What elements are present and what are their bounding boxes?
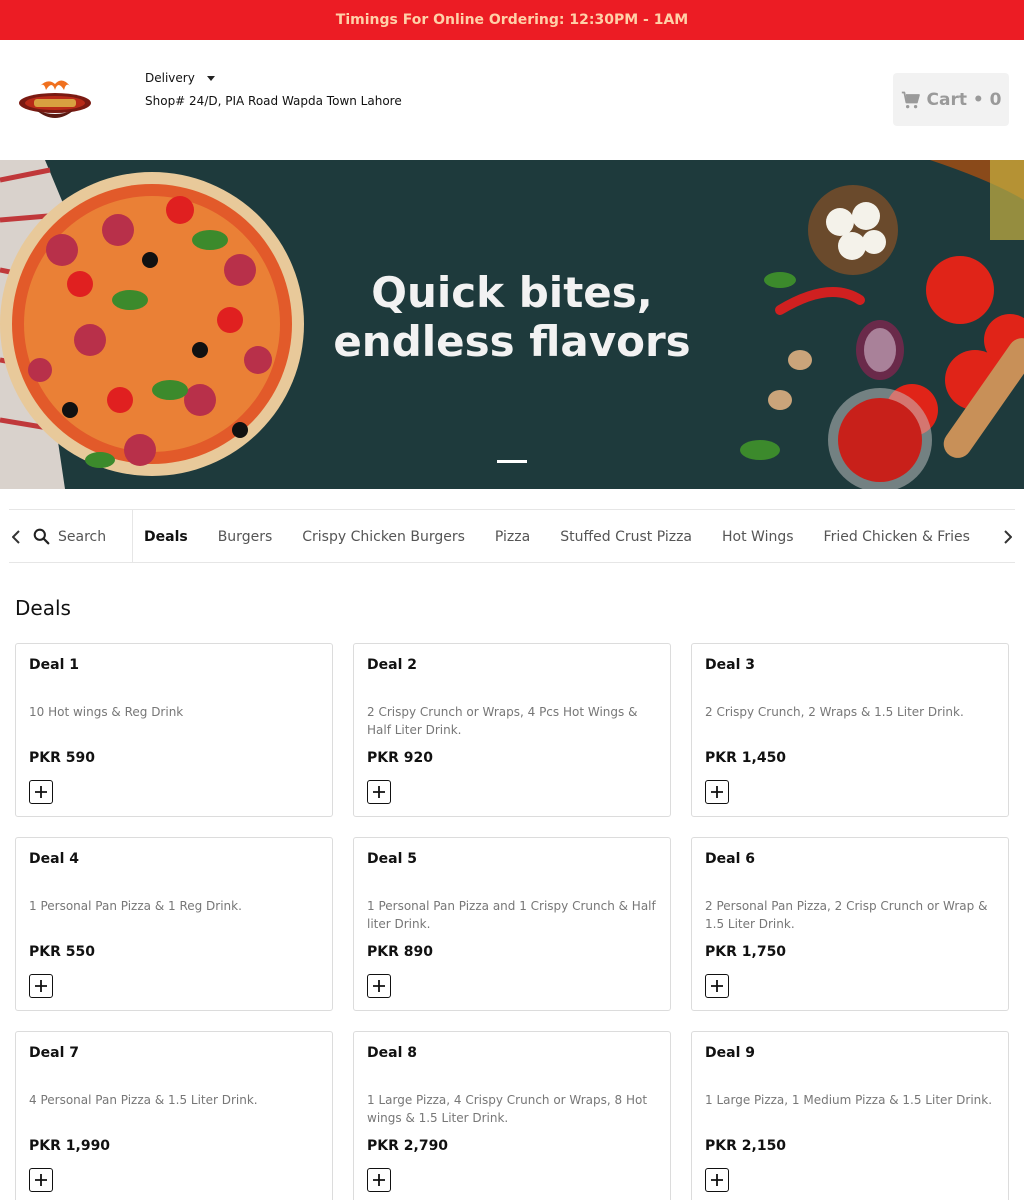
- add-to-cart-button[interactable]: [367, 1168, 391, 1192]
- timings-text: Timings For Online Ordering: 12:30PM - 1…: [335, 12, 689, 28]
- deal-card[interactable]: Deal 3 2 Crispy Crunch, 2 Wraps & 1.5 Li…: [691, 643, 1009, 817]
- timings-bar: Timings For Online Ordering: 12:30PM - 1…: [0, 0, 1024, 40]
- deal-price: PKR 590: [29, 750, 95, 766]
- add-to-cart-button[interactable]: [705, 1168, 729, 1192]
- add-to-cart-button[interactable]: [367, 974, 391, 998]
- banner-headline-line2: endless flavors: [333, 317, 691, 366]
- banner-headline-line1: Quick bites,: [371, 268, 653, 317]
- deal-description: 1 Large Pizza, 4 Crispy Crunch or Wraps,…: [367, 1093, 648, 1125]
- category-tabs: Deals Burgers Crispy Chicken Burgers Piz…: [144, 510, 1015, 562]
- plus-icon: [711, 786, 723, 798]
- tab-crispy-chicken-burgers[interactable]: Crispy Chicken Burgers: [302, 510, 465, 562]
- deal-description: 1 Personal Pan Pizza & 1 Reg Drink.: [29, 899, 242, 913]
- tab-deals[interactable]: Deals: [144, 510, 188, 562]
- plus-icon: [373, 786, 385, 798]
- tab-fried-chicken-fries[interactable]: Fried Chicken & Fries: [824, 510, 970, 562]
- deal-card[interactable]: Deal 2 2 Crispy Crunch or Wraps, 4 Pcs H…: [353, 643, 671, 817]
- deal-description: 2 Crispy Crunch, 2 Wraps & 1.5 Liter Dri…: [705, 705, 964, 719]
- deal-price: PKR 1,990: [29, 1138, 111, 1154]
- chevron-right-icon[interactable]: [1001, 527, 1015, 547]
- add-to-cart-button[interactable]: [367, 780, 391, 804]
- restaurant-logo-icon[interactable]: [18, 76, 92, 124]
- deal-description: 2 Personal Pan Pizza, 2 Crisp Crunch or …: [705, 899, 988, 931]
- cart-button[interactable]: Cart • 0: [893, 73, 1009, 126]
- search-icon: [33, 528, 50, 545]
- cart-icon: [901, 91, 920, 108]
- plus-icon: [35, 980, 47, 992]
- add-to-cart-button[interactable]: [29, 1168, 53, 1192]
- add-to-cart-button[interactable]: [29, 780, 53, 804]
- deal-price: PKR 1,450: [705, 750, 787, 766]
- deal-name: Deal 1: [29, 657, 79, 673]
- menu-search[interactable]: Search: [33, 510, 133, 562]
- deal-name: Deal 6: [705, 851, 755, 867]
- add-to-cart-button[interactable]: [29, 974, 53, 998]
- deal-description: 2 Crispy Crunch or Wraps, 4 Pcs Hot Wing…: [367, 705, 638, 737]
- section-title: Deals: [15, 596, 71, 620]
- plus-icon: [373, 1174, 385, 1186]
- deal-price: PKR 550: [29, 944, 95, 960]
- site-header: Delivery Shop# 24/D, PIA Road Wapda Town…: [0, 40, 1024, 160]
- deal-name: Deal 8: [367, 1045, 417, 1061]
- order-type-dropdown[interactable]: Delivery: [145, 71, 215, 85]
- deal-name: Deal 5: [367, 851, 417, 867]
- deal-name: Deal 2: [367, 657, 417, 673]
- tab-burgers[interactable]: Burgers: [218, 510, 273, 562]
- deal-card[interactable]: Deal 9 1 Large Pizza, 1 Medium Pizza & 1…: [691, 1031, 1009, 1200]
- deal-name: Deal 7: [29, 1045, 79, 1061]
- tab-stuffed-crust-pizza[interactable]: Stuffed Crust Pizza: [560, 510, 692, 562]
- deal-price: PKR 1,750: [705, 944, 787, 960]
- deal-price: PKR 2,150: [705, 1138, 787, 1154]
- tab-pizza[interactable]: Pizza: [495, 510, 530, 562]
- deal-name: Deal 9: [705, 1045, 755, 1061]
- plus-icon: [711, 1174, 723, 1186]
- deal-price: PKR 890: [367, 944, 433, 960]
- plus-icon: [373, 980, 385, 992]
- hero-banner[interactable]: Quick bites, endless flavors: [0, 160, 1024, 489]
- deal-name: Deal 4: [29, 851, 79, 867]
- carousel-indicator[interactable]: [497, 460, 527, 463]
- caret-down-icon: [206, 75, 215, 81]
- store-address: Shop# 24/D, PIA Road Wapda Town Lahore: [145, 94, 402, 108]
- deal-description: 1 Personal Pan Pizza and 1 Crispy Crunch…: [367, 899, 656, 931]
- tab-hot-wings[interactable]: Hot Wings: [722, 510, 794, 562]
- add-to-cart-button[interactable]: [705, 974, 729, 998]
- deal-card[interactable]: Deal 4 1 Personal Pan Pizza & 1 Reg Drin…: [15, 837, 333, 1011]
- chevron-left-icon[interactable]: [9, 527, 23, 547]
- search-placeholder: Search: [58, 528, 107, 545]
- add-to-cart-button[interactable]: [705, 780, 729, 804]
- plus-icon: [35, 786, 47, 798]
- deal-price: PKR 920: [367, 750, 433, 766]
- plus-icon: [711, 980, 723, 992]
- deal-description: 4 Personal Pan Pizza & 1.5 Liter Drink.: [29, 1093, 258, 1107]
- deal-card[interactable]: Deal 6 2 Personal Pan Pizza, 2 Crisp Cru…: [691, 837, 1009, 1011]
- deal-description: 10 Hot wings & Reg Drink: [29, 705, 184, 719]
- deal-card[interactable]: Deal 5 1 Personal Pan Pizza and 1 Crispy…: [353, 837, 671, 1011]
- deal-card[interactable]: Deal 7 4 Personal Pan Pizza & 1.5 Liter …: [15, 1031, 333, 1200]
- order-type-label: Delivery: [145, 71, 195, 85]
- cart-label: Cart • 0: [926, 89, 1002, 110]
- deals-grid: Deal 1 10 Hot wings & Reg Drink PKR 590 …: [15, 643, 1009, 1200]
- deal-name: Deal 3: [705, 657, 755, 673]
- category-bar: Search Deals Burgers Crispy Chicken Burg…: [9, 509, 1015, 563]
- deal-card[interactable]: Deal 1 10 Hot wings & Reg Drink PKR 590: [15, 643, 333, 817]
- deal-price: PKR 2,790: [367, 1138, 449, 1154]
- deal-card[interactable]: Deal 8 1 Large Pizza, 4 Crispy Crunch or…: [353, 1031, 671, 1200]
- plus-icon: [35, 1174, 47, 1186]
- deal-description: 1 Large Pizza, 1 Medium Pizza & 1.5 Lite…: [705, 1093, 993, 1107]
